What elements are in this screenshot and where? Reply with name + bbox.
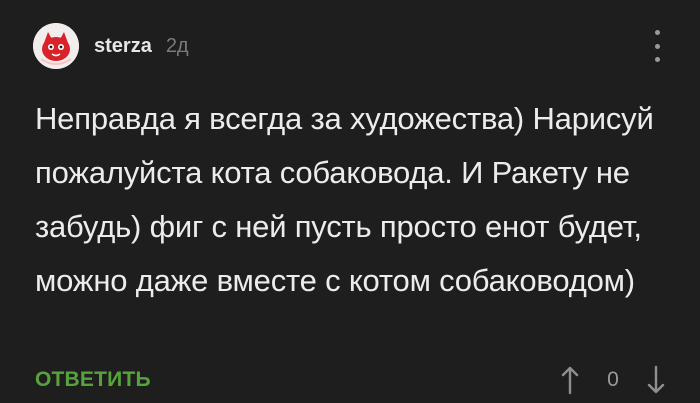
comment-text: Неправда я всегда за художества) Нарисуй… <box>35 101 654 298</box>
avatar-image <box>33 23 79 69</box>
username[interactable]: sterza <box>94 35 152 58</box>
comment-card: sterza 2д Неправда я всегда за художеств… <box>0 0 700 403</box>
timestamp: 2д <box>165 34 189 57</box>
comment-footer: ОТВЕТИТЬ 0 <box>35 364 668 396</box>
reply-button[interactable]: ОТВЕТИТЬ <box>35 368 151 392</box>
comment-header: sterza 2д <box>33 23 189 69</box>
arrow-down-icon[interactable] <box>644 364 668 396</box>
avatar[interactable] <box>33 23 79 69</box>
menu-dot <box>654 43 660 49</box>
more-vertical-icon[interactable] <box>652 30 662 62</box>
menu-dot <box>654 57 660 62</box>
arrow-up-icon[interactable] <box>558 364 582 396</box>
vote-controls: 0 <box>558 364 668 396</box>
score: 0 <box>607 368 619 391</box>
menu-dot <box>654 30 660 35</box>
